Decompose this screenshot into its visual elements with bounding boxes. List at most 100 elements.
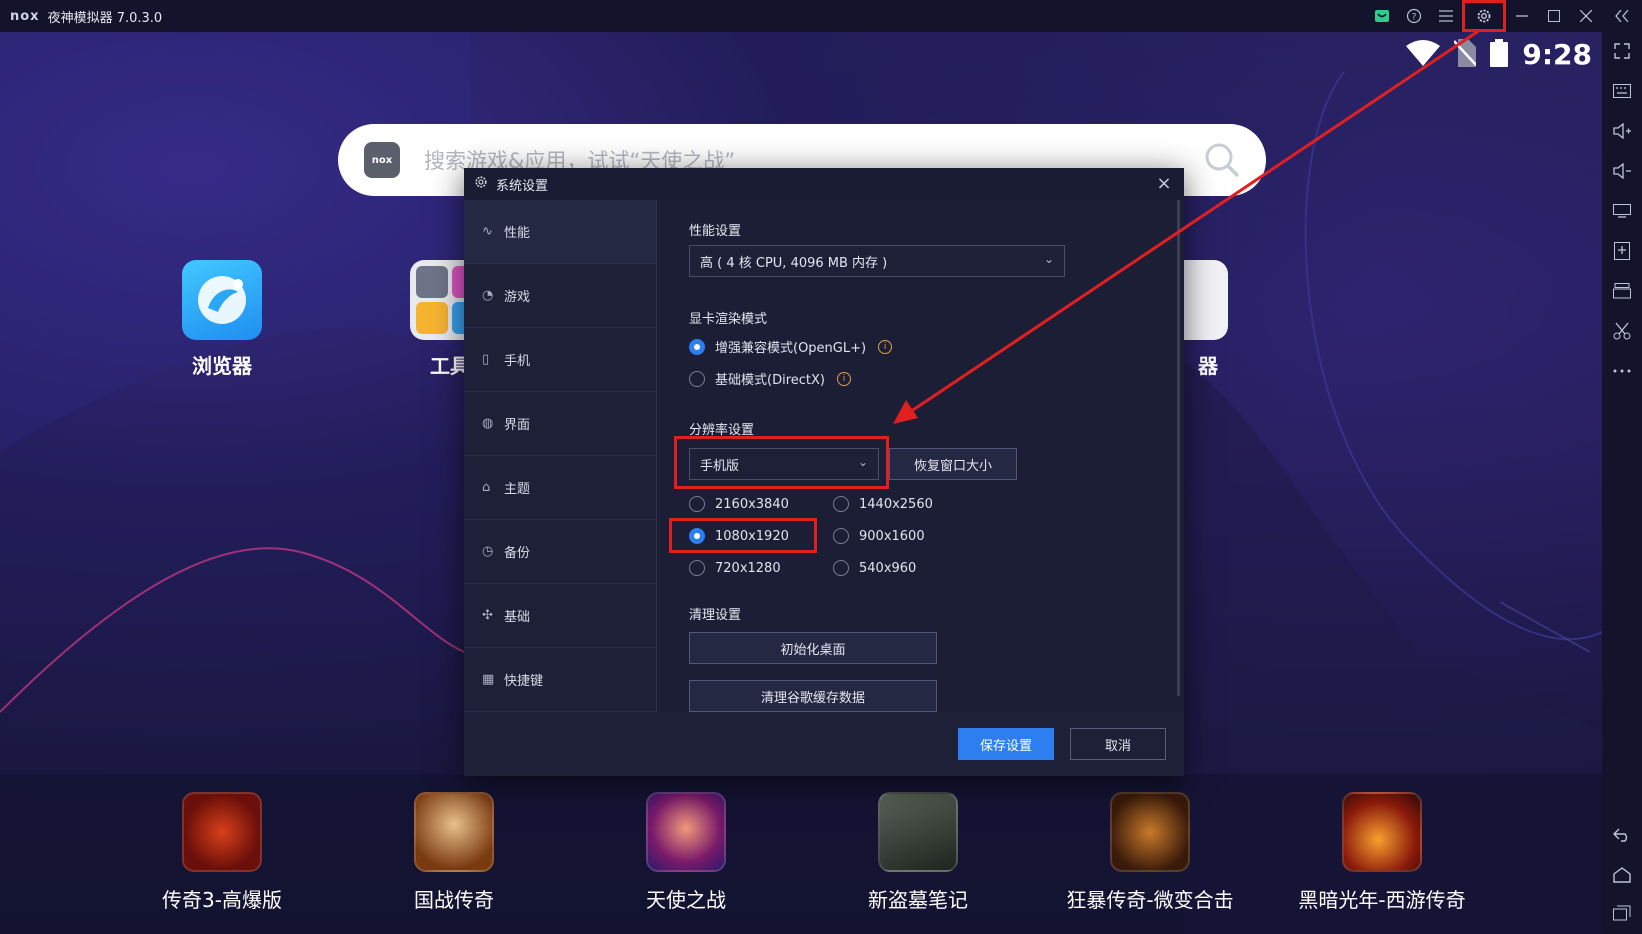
radio-label: 2160x3840 (715, 496, 789, 512)
help-icon[interactable]: ? (1398, 0, 1430, 32)
chevron-down-icon: ⌄ (857, 455, 868, 469)
maximize-icon[interactable] (1538, 0, 1570, 32)
no-sim-icon (1453, 38, 1478, 71)
recent-apps-icon[interactable] (1602, 898, 1642, 928)
volume-up-icon[interactable] (1602, 116, 1642, 146)
dialog-footer: 保存设置 取消 (464, 712, 1184, 776)
history-icon: ◷ (482, 544, 494, 559)
nav-basic[interactable]: ✣ 基础 (464, 584, 656, 648)
title-bar: nox 夜神模拟器 7.0.3.0 ? (0, 0, 1642, 32)
nox-logo: nox (10, 8, 40, 24)
dock-app-chuanqi3[interactable]: 传奇3-高爆版 (122, 792, 322, 913)
keyboard-icon: ▦ (482, 672, 495, 687)
settings-nav: ∿ 性能 ◔ 游戏 ▯ 手机 ◍ 界面 ⌂ 主题 ◷ 备份 ✣ 基础 ▦ 快捷键 (464, 200, 656, 712)
game-icon (878, 792, 958, 872)
android-status-bar: 9:28 (1406, 38, 1592, 71)
more-icon[interactable] (1602, 356, 1642, 386)
multi-instance-icon[interactable] (1602, 276, 1642, 306)
menu-icon[interactable] (1430, 0, 1462, 32)
radio-selected[interactable] (689, 338, 705, 355)
nav-phone[interactable]: ▯ 手机 (464, 328, 656, 392)
radio-unselected[interactable] (689, 496, 705, 512)
render-option-opengl[interactable]: 增强兼容模式(OpenGL+) i (689, 337, 893, 356)
cancel-button[interactable]: 取消 (1070, 728, 1166, 760)
nav-theme[interactable]: ⌂ 主题 (464, 456, 656, 520)
info-icon[interactable]: i (836, 371, 851, 386)
nav-label: 快捷键 (504, 674, 544, 689)
apk-install-icon[interactable] (1602, 236, 1642, 266)
collapse-icon[interactable] (1602, 0, 1642, 32)
radio-unselected[interactable] (833, 560, 849, 576)
game-icon (414, 792, 494, 872)
gear-icon[interactable] (1462, 0, 1506, 32)
render-option-directx[interactable]: 基础模式(DirectX) i (689, 369, 851, 388)
dock-app-kuangbao[interactable]: 狂暴传奇-微变合击 (1050, 792, 1250, 913)
gift-icon[interactable] (1366, 0, 1398, 32)
app-browser[interactable]: 浏览器 (162, 260, 282, 379)
dock-app-daomu[interactable]: 新盗墓笔记 (818, 792, 1018, 913)
battery-icon (1490, 38, 1509, 71)
gear-icon (474, 175, 488, 193)
dialog-title: 系统设置 (496, 178, 549, 194)
home-icon[interactable] (1602, 860, 1642, 890)
palette-icon: ◍ (482, 416, 494, 431)
dock-app-label: 黑暗光年-西游传奇 (1298, 888, 1466, 912)
radio-label: 900x1600 (859, 528, 925, 544)
game-icon (646, 792, 726, 872)
puzzle-icon: ✣ (482, 608, 493, 623)
restore-window-button[interactable]: 恢复窗口大小 (889, 448, 1017, 480)
keyboard-icon[interactable] (1602, 76, 1642, 106)
scrollbar[interactable] (1177, 200, 1180, 696)
nav-backup[interactable]: ◷ 备份 (464, 520, 656, 584)
performance-value: 高 ( 4 核 CPU, 4096 MB 内存 ) (700, 255, 888, 271)
back-icon[interactable] (1602, 820, 1642, 850)
resolution-option[interactable]: 900x1600 (833, 528, 925, 544)
radio-unselected[interactable] (833, 528, 849, 544)
nav-label: 备份 (504, 546, 531, 561)
radio-selected[interactable] (689, 528, 705, 544)
minimize-icon[interactable] (1506, 0, 1538, 32)
screen-icon[interactable] (1602, 196, 1642, 226)
reset-desktop-button[interactable]: 初始化桌面 (689, 632, 937, 664)
close-icon[interactable]: × (1152, 172, 1176, 196)
nav-performance[interactable]: ∿ 性能 (464, 200, 656, 264)
radio-label: 增强兼容模式(OpenGL+) (715, 341, 867, 356)
nav-label: 手机 (504, 354, 531, 369)
resolution-option[interactable]: 2160x3840 (689, 496, 789, 512)
nav-label: 游戏 (504, 290, 531, 305)
info-icon[interactable]: i (878, 339, 893, 354)
dock-app-label: 狂暴传奇-微变合击 (1066, 888, 1234, 912)
shirt-icon: ⌂ (482, 480, 491, 495)
performance-select[interactable]: 高 ( 4 核 CPU, 4096 MB 内存 ) ⌄ (689, 245, 1065, 277)
resolution-option[interactable]: 1440x2560 (833, 496, 933, 512)
search-icon[interactable] (1204, 142, 1240, 182)
render-title: 显卡渲染模式 (689, 312, 768, 327)
gamepad-icon: ◔ (482, 288, 494, 303)
resolution-option[interactable]: 1080x1920 (689, 528, 789, 544)
dock-app-tianshi[interactable]: 天使之战 (586, 792, 786, 913)
radio-label: 1080x1920 (715, 528, 789, 544)
radio-unselected[interactable] (689, 370, 705, 387)
volume-down-icon[interactable] (1602, 156, 1642, 186)
resolution-option[interactable]: 720x1280 (689, 560, 781, 576)
clear-google-cache-button[interactable]: 清理谷歌缓存数据 (689, 680, 937, 712)
resolution-mode-select[interactable]: 手机版 ⌄ (689, 448, 879, 480)
save-settings-button[interactable]: 保存设置 (958, 728, 1054, 760)
radio-unselected[interactable] (689, 560, 705, 576)
nav-game[interactable]: ◔ 游戏 (464, 264, 656, 328)
chevron-down-icon: ⌄ (1043, 252, 1054, 266)
radio-unselected[interactable] (833, 496, 849, 512)
dock-app-label: 天使之战 (646, 888, 726, 912)
dock-app-heian[interactable]: 黑暗光年-西游传奇 (1282, 792, 1482, 913)
dock-app-label: 传奇3-高爆版 (162, 888, 282, 912)
nav-interface[interactable]: ◍ 界面 (464, 392, 656, 456)
scissors-icon[interactable] (1602, 316, 1642, 346)
resolution-option[interactable]: 540x960 (833, 560, 916, 576)
close-icon[interactable] (1570, 0, 1602, 32)
dock-app-guozhan[interactable]: 国战传奇 (354, 792, 554, 913)
phone-icon: ▯ (482, 352, 490, 367)
fullscreen-icon[interactable] (1602, 36, 1642, 66)
radio-label: 1440x2560 (859, 496, 933, 512)
nav-label: 基础 (504, 610, 531, 625)
nav-hotkeys[interactable]: ▦ 快捷键 (464, 648, 656, 712)
